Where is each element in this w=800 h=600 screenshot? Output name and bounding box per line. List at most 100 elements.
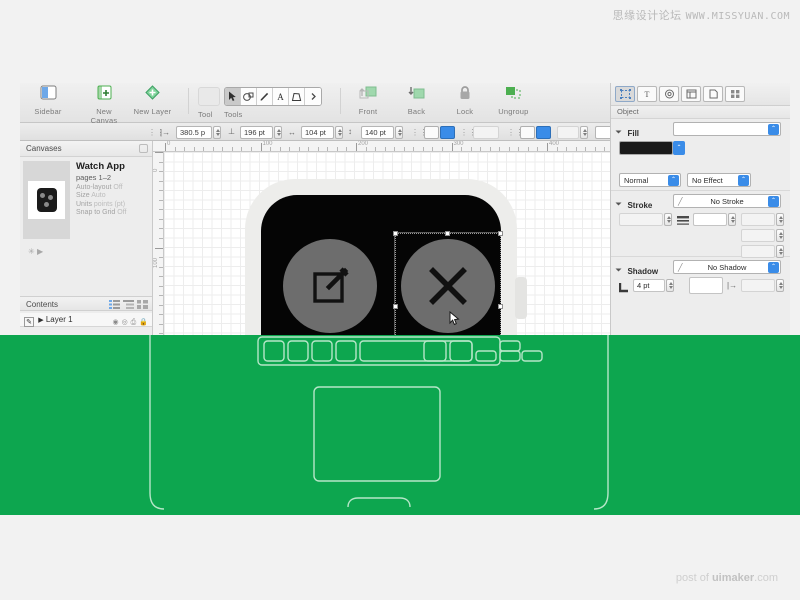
shadow-offset-pad[interactable] bbox=[689, 277, 723, 294]
new-layer-button[interactable]: New Layer bbox=[130, 85, 174, 116]
selection-handle-nw[interactable] bbox=[393, 231, 398, 236]
shadow-blur-field[interactable]: 4 pt bbox=[633, 279, 665, 292]
shadow-disclosure-icon[interactable] bbox=[616, 268, 622, 271]
canvas-list-item[interactable]: Watch App pages 1–2 Auto-layout Off Size… bbox=[20, 157, 152, 243]
stroke-chevron-icon[interactable]: ⌃ bbox=[768, 196, 779, 207]
corner-radius-stepper[interactable] bbox=[580, 126, 588, 139]
stroke-type-popup[interactable]: ╱ No Stroke ⌃ bbox=[673, 194, 781, 208]
fill-color-swatch[interactable] bbox=[619, 141, 673, 155]
layer-print-icon[interactable]: ⎙ bbox=[131, 316, 137, 330]
stroke-extra-stepper-1[interactable] bbox=[776, 213, 784, 226]
layer-disclosure-icon[interactable]: ▶ bbox=[38, 317, 43, 324]
stroke-weight-icon[interactable] bbox=[677, 214, 689, 232]
layer-row[interactable]: ✎ ▶ Layer 1 ◉ ◎ ⎙ 🔒 bbox=[20, 313, 152, 327]
selection-frame[interactable] bbox=[395, 233, 501, 335]
stroke-dash-stepper[interactable] bbox=[664, 213, 672, 226]
ungroup-button[interactable]: Ungroup bbox=[491, 85, 535, 116]
width-stepper[interactable] bbox=[335, 126, 343, 139]
bring-front-button[interactable]: Front bbox=[346, 85, 390, 116]
blend-mode-popup[interactable]: Normal ⌃ bbox=[619, 173, 681, 187]
object-tab[interactable] bbox=[615, 86, 635, 102]
tools-palette[interactable]: A bbox=[224, 87, 322, 106]
document-tab[interactable] bbox=[703, 86, 723, 102]
layer-visibility-icon[interactable]: ◉ bbox=[112, 316, 118, 330]
shadow-chevron-icon[interactable]: ⌃ bbox=[768, 262, 779, 273]
text-tab[interactable]: T bbox=[637, 86, 657, 102]
fill-type-popup[interactable]: ⌃ bbox=[673, 122, 781, 136]
align-canvas-button[interactable] bbox=[440, 126, 455, 139]
lock-button[interactable]: Lock bbox=[443, 85, 487, 116]
selection-tool-button[interactable] bbox=[225, 88, 241, 105]
fill-color-popup-chevron[interactable]: ⌃ bbox=[673, 141, 685, 155]
send-back-button[interactable]: Back bbox=[394, 85, 438, 116]
grip-handle-2[interactable]: ⋮⋮ bbox=[411, 129, 418, 136]
stroke-extra-field-1[interactable] bbox=[741, 213, 775, 226]
outline-view-icon[interactable] bbox=[123, 299, 134, 314]
shadow-blur-stepper[interactable] bbox=[666, 279, 674, 292]
lock-label: Lock bbox=[443, 107, 487, 116]
layer-lock-icon[interactable]: 🔒 bbox=[139, 316, 148, 330]
layout-tab[interactable] bbox=[681, 86, 701, 102]
width-field[interactable]: 104 pt bbox=[301, 126, 334, 139]
layer-edit-icon[interactable]: ✎ bbox=[24, 317, 34, 327]
effect-chevron-icon[interactable]: ⌃ bbox=[738, 175, 749, 186]
stroke-width-stepper[interactable] bbox=[728, 213, 736, 226]
pen-tool-button[interactable] bbox=[257, 88, 273, 105]
selection-handle-ne[interactable] bbox=[498, 231, 503, 236]
more-tools-button[interactable] bbox=[305, 88, 321, 105]
height-field[interactable]: 140 pt bbox=[361, 126, 394, 139]
canvases-options-icon[interactable] bbox=[139, 144, 148, 153]
x-position-stepper[interactable] bbox=[213, 126, 221, 139]
y-position-field[interactable]: 196 pt bbox=[240, 126, 273, 139]
stroke-extra-stepper-2[interactable] bbox=[776, 229, 784, 242]
inscribe-button-circle[interactable] bbox=[283, 239, 377, 333]
align-object-button[interactable] bbox=[424, 126, 439, 139]
canvas-thumbnail[interactable] bbox=[23, 161, 70, 239]
grip-handle-4[interactable]: ⋮⋮ bbox=[507, 129, 514, 136]
polygon-tool-button[interactable] bbox=[289, 88, 305, 105]
grid-tab[interactable] bbox=[725, 86, 745, 102]
inscribe-button[interactable]: Inscribe bbox=[283, 239, 377, 335]
shape-type-button[interactable] bbox=[520, 126, 535, 139]
height-stepper[interactable] bbox=[395, 126, 403, 139]
effects-tab[interactable] bbox=[659, 86, 679, 102]
layer-preview-icon[interactable]: ◎ bbox=[122, 316, 128, 330]
shape-fill-button[interactable] bbox=[536, 126, 551, 139]
canvas-play-icon[interactable]: ▶ bbox=[37, 247, 43, 256]
tool-well[interactable] bbox=[198, 87, 220, 106]
sidebar-button[interactable]: Sidebar bbox=[26, 85, 70, 116]
stroke-extra-field-2[interactable] bbox=[741, 229, 775, 242]
distribute-button[interactable] bbox=[473, 126, 499, 139]
shadow-offset-stepper[interactable] bbox=[776, 279, 784, 292]
vertical-ruler[interactable]: 0100200 bbox=[153, 152, 164, 335]
selection-handle-e[interactable] bbox=[498, 304, 503, 309]
selection-handle-n[interactable] bbox=[445, 231, 450, 236]
chevron-down-icon[interactable]: ⌃ bbox=[768, 124, 779, 135]
grip-handle-3[interactable]: ⋮⋮ bbox=[460, 129, 467, 136]
canvas-settings-icon[interactable]: ✳ bbox=[28, 247, 35, 256]
shadow-offset-icon: |→ bbox=[727, 281, 737, 290]
watch-device-artwork[interactable]: Inscribe Finish bbox=[245, 179, 517, 335]
x-position-field[interactable]: 380.5 p bbox=[176, 126, 212, 139]
blend-chevron-icon[interactable]: ⌃ bbox=[668, 175, 679, 186]
corner-radius-display[interactable] bbox=[557, 126, 579, 139]
selection-handle-w[interactable] bbox=[393, 304, 398, 309]
y-position-stepper[interactable] bbox=[274, 126, 282, 139]
effect-popup[interactable]: No Effect ⌃ bbox=[687, 173, 751, 187]
shadow-offset-field[interactable] bbox=[741, 279, 775, 292]
ruler-tick bbox=[509, 147, 510, 151]
ruler-tick bbox=[232, 147, 233, 151]
new-canvas-button[interactable]: New Canvas bbox=[82, 85, 126, 125]
stroke-disclosure-icon[interactable] bbox=[616, 202, 622, 205]
finish-button[interactable]: Finish bbox=[401, 239, 495, 335]
list-view-icon[interactable] bbox=[109, 299, 120, 314]
stroke-dash-field[interactable] bbox=[619, 213, 663, 226]
stroke-width-field[interactable] bbox=[693, 213, 727, 226]
shadow-type-popup[interactable]: ╱ No Shadow ⌃ bbox=[673, 260, 781, 274]
shape-combine-tool-button[interactable] bbox=[241, 88, 257, 105]
grip-handle-1[interactable]: ⋮⋮ bbox=[148, 129, 155, 136]
ruler-tick-v bbox=[159, 209, 163, 210]
text-tool-button[interactable]: A bbox=[273, 88, 289, 105]
fill-disclosure-icon[interactable] bbox=[616, 130, 622, 133]
grid-view-icon[interactable] bbox=[137, 299, 148, 314]
